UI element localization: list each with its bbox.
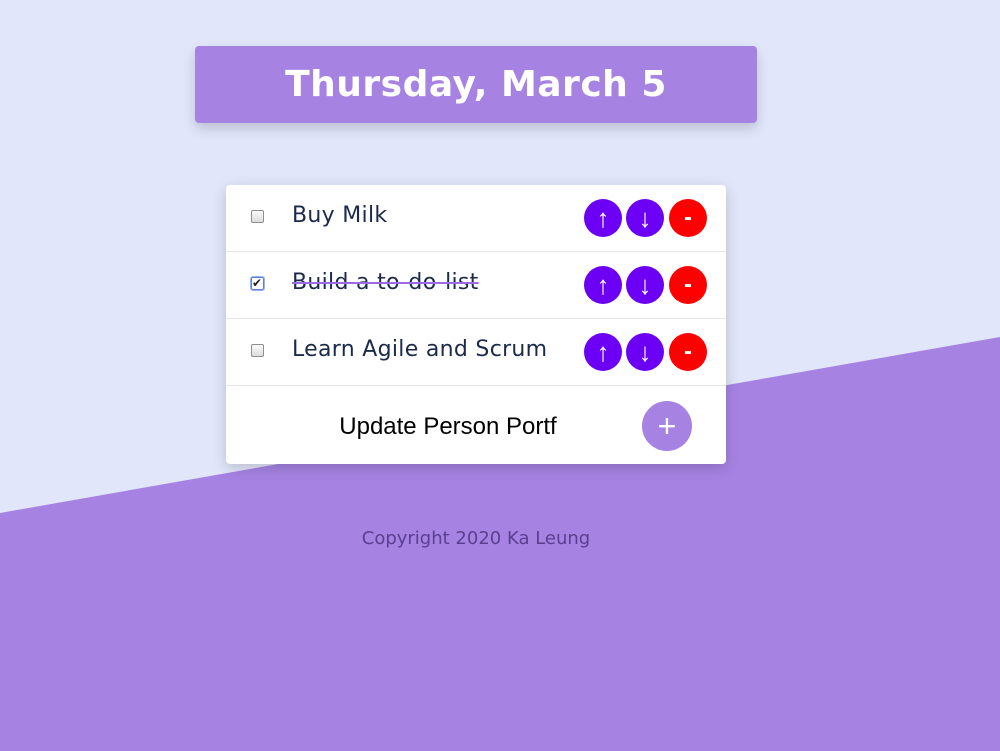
add-item-button[interactable]: + [642,401,692,451]
todo-list: Buy Milk ↑ ↓ - ✔ Build a to-do-list ↑ ↓ … [226,185,726,464]
date-header: Thursday, March 5 [195,46,757,123]
new-item-input[interactable] [246,404,650,450]
copyright-footer: Copyright 2020 Ka Leung [361,528,591,549]
todo-text: Build a to-do-list [292,270,479,295]
delete-button[interactable]: - [669,199,707,237]
todo-checkbox[interactable]: ✔ [250,276,265,291]
todo-checkbox[interactable] [251,344,264,357]
todo-checkbox[interactable] [251,210,264,223]
move-down-button[interactable]: ↓ [626,266,664,304]
move-up-button[interactable]: ↑ [584,199,622,237]
list-item: Buy Milk ↑ ↓ - [226,185,726,252]
delete-button[interactable]: - [669,266,707,304]
check-icon: ✔ [252,276,263,290]
move-up-button[interactable]: ↑ [584,333,622,371]
delete-button[interactable]: - [669,333,707,371]
move-down-button[interactable]: ↓ [626,199,664,237]
todo-text: Buy Milk [292,203,388,228]
page-title: Thursday, March 5 [285,64,667,105]
list-item: Learn Agile and Scrum ↑ ↓ - [226,319,726,386]
move-down-button[interactable]: ↓ [626,333,664,371]
list-item: ✔ Build a to-do-list ↑ ↓ - [226,252,726,319]
move-up-button[interactable]: ↑ [584,266,622,304]
todo-text: Learn Agile and Scrum [292,337,548,362]
